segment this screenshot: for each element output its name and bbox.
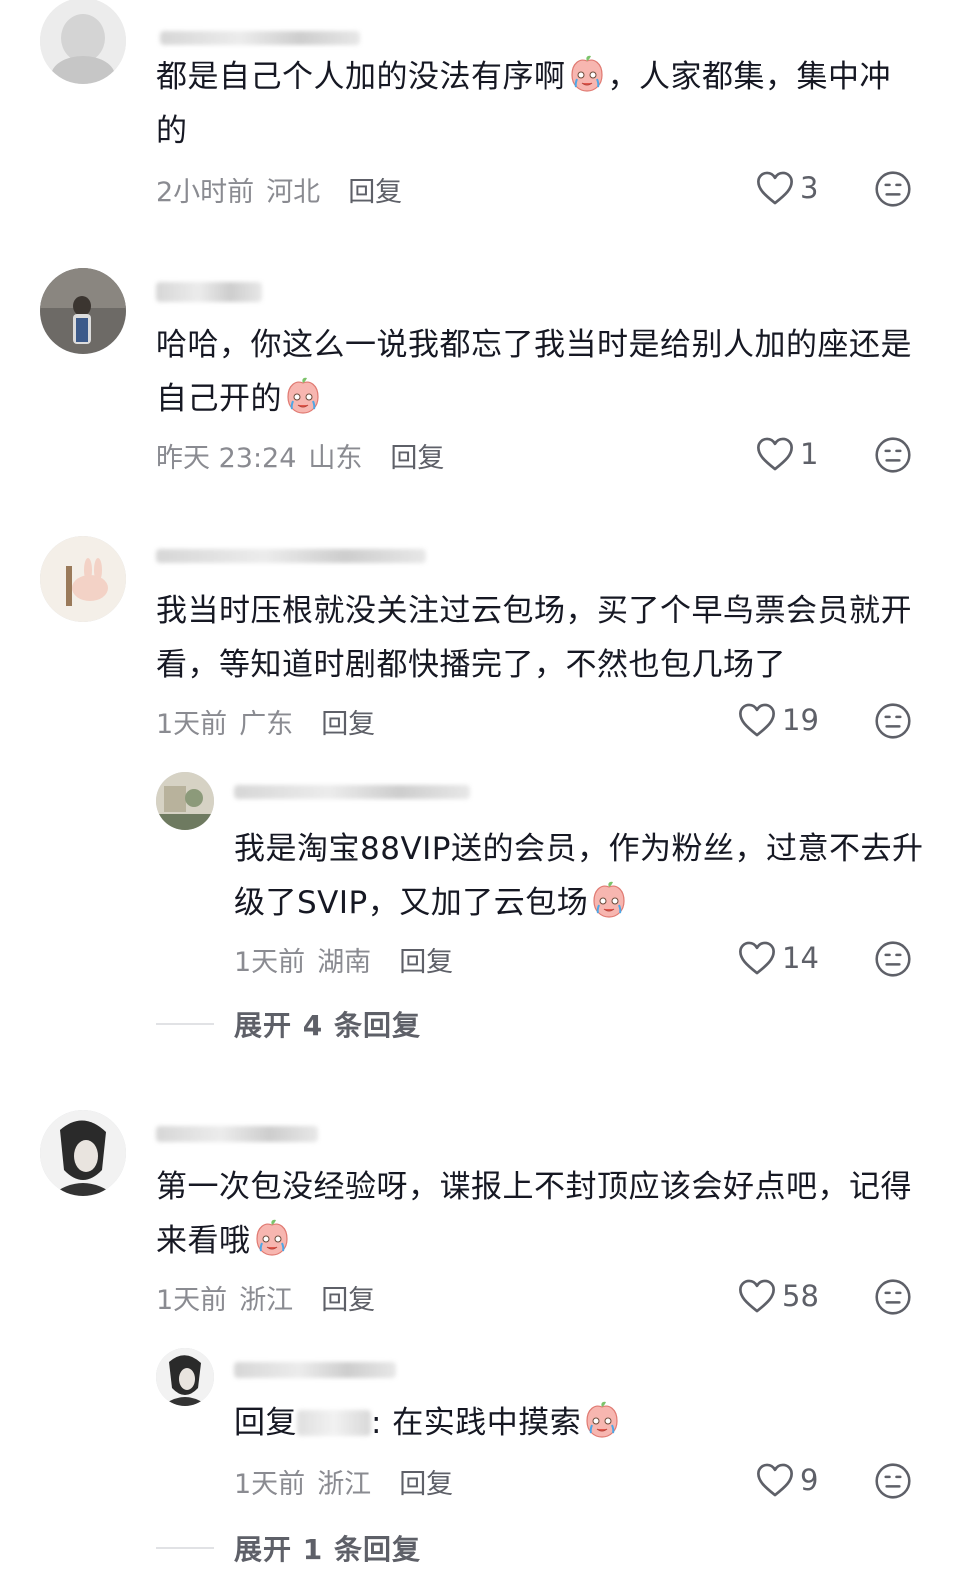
comment-text: 哈哈，你这么一说我都忘了我当时是给别人加的座还是自己开的 xyxy=(156,327,912,417)
peach-crying-emoji xyxy=(582,1400,622,1440)
reply-button[interactable]: 回复 xyxy=(399,940,453,979)
username[interactable] xyxy=(234,780,470,804)
divider xyxy=(156,1547,214,1549)
heart-icon xyxy=(738,702,776,738)
comment-location: 河北 xyxy=(266,177,321,208)
peach-crying-emoji xyxy=(283,376,323,416)
comment-time: 1天前 xyxy=(156,709,228,740)
avatar[interactable] xyxy=(40,0,126,84)
reply-time: 1天前 xyxy=(234,947,306,978)
avatar[interactable] xyxy=(40,1110,126,1196)
reply-location: 浙江 xyxy=(317,1469,372,1500)
username[interactable] xyxy=(160,26,360,50)
comment-time: 1天前 xyxy=(156,1285,228,1316)
reply-time: 1天前 xyxy=(234,1469,306,1500)
expand-replies-label: 展开 4 条回复 xyxy=(234,1009,421,1042)
dislike-icon[interactable] xyxy=(874,1278,912,1316)
like-count: 58 xyxy=(782,1279,819,1313)
reply-meta: 1天前 湖南 回复 xyxy=(234,940,453,979)
peach-crying-emoji xyxy=(589,880,629,920)
comment-location: 广东 xyxy=(239,709,294,740)
comment-text: 我当时压根就没关注过云包场，买了个早鸟票会员就开看，等知道时剧都快播完了，不然也… xyxy=(156,593,912,683)
mentioned-user[interactable] xyxy=(297,1410,371,1436)
reply-meta: 1天前 浙江 回复 xyxy=(234,1462,453,1501)
avatar[interactable] xyxy=(40,268,126,354)
heart-icon xyxy=(738,1278,776,1314)
like-count: 19 xyxy=(782,703,819,737)
comment-meta: 2小时前 河北 回复 xyxy=(156,170,402,209)
comment-text: 第一次包没经验呀，谍报上不封顶应该会好点吧，记得来看哦 xyxy=(156,1169,912,1259)
peach-dizzy-emoji xyxy=(567,54,607,94)
like-count: 1 xyxy=(800,437,819,471)
comment-time: 2小时前 xyxy=(156,177,255,208)
avatar[interactable] xyxy=(156,772,214,830)
peach-eating-emoji xyxy=(252,1218,292,1258)
comment-meta: 1天前 广东 回复 xyxy=(156,702,375,741)
dislike-icon[interactable] xyxy=(874,702,912,740)
reply-text: 回复: 在实践中摸索 xyxy=(234,1396,924,1450)
like-button[interactable]: 3 xyxy=(756,170,818,206)
heart-icon xyxy=(756,436,794,472)
username[interactable] xyxy=(156,280,262,304)
comment-location: 山东 xyxy=(308,443,363,474)
like-button[interactable]: 58 xyxy=(738,1278,819,1314)
comment-text: 都是自己个人加的没法有序啊 ，人家都集，集中冲的 xyxy=(156,50,916,158)
reply-location: 湖南 xyxy=(317,947,372,978)
comment-meta: 昨天 23:24 山东 回复 xyxy=(156,436,444,475)
comment-location: 浙江 xyxy=(239,1285,294,1316)
reply-button[interactable]: 回复 xyxy=(390,436,444,475)
like-button[interactable]: 19 xyxy=(738,702,819,738)
expand-replies-label: 展开 1 条回复 xyxy=(234,1533,421,1566)
heart-icon xyxy=(756,170,794,206)
dislike-icon[interactable] xyxy=(874,940,912,978)
avatar[interactable] xyxy=(40,536,126,622)
dislike-icon[interactable] xyxy=(874,1462,912,1500)
like-button[interactable]: 14 xyxy=(738,940,819,976)
reply-button[interactable]: 回复 xyxy=(321,702,375,741)
username[interactable] xyxy=(156,544,426,568)
reply-button[interactable]: 回复 xyxy=(399,1462,453,1501)
like-count: 14 xyxy=(782,941,819,975)
like-count: 3 xyxy=(800,171,819,205)
divider xyxy=(156,1023,214,1025)
like-button[interactable]: 1 xyxy=(756,436,818,472)
comment-meta: 1天前 浙江 回复 xyxy=(156,1278,375,1317)
reply-button[interactable]: 回复 xyxy=(321,1278,375,1317)
dislike-icon[interactable] xyxy=(874,170,912,208)
reply-button[interactable]: 回复 xyxy=(348,170,402,209)
expand-replies-button[interactable]: 展开 4 条回复 xyxy=(156,1004,421,1044)
dislike-icon[interactable] xyxy=(874,436,912,474)
username[interactable] xyxy=(234,1358,396,1382)
heart-icon xyxy=(756,1462,794,1498)
like-button[interactable]: 9 xyxy=(756,1462,818,1498)
expand-replies-button[interactable]: 展开 1 条回复 xyxy=(156,1528,421,1568)
avatar[interactable] xyxy=(156,1348,214,1406)
comment-time: 昨天 23:24 xyxy=(156,443,297,474)
username[interactable] xyxy=(156,1122,318,1146)
heart-icon xyxy=(738,940,776,976)
like-count: 9 xyxy=(800,1463,819,1497)
reply-text: 我是淘宝88VIP送的会员，作为粉丝，过意不去升级了SVIP，又加了云包场 xyxy=(234,831,924,921)
